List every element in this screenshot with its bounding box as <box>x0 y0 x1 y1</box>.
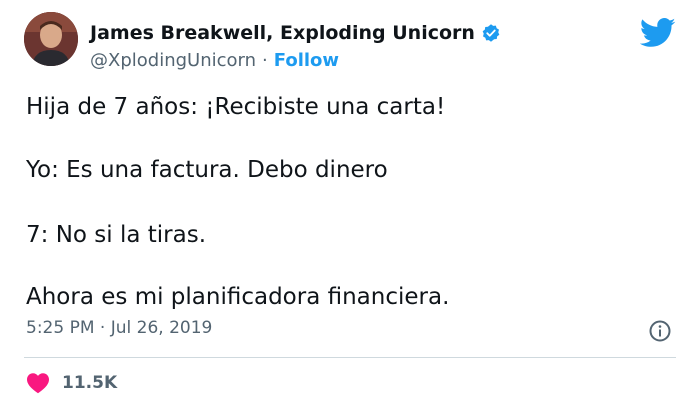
like-count: 11.5K <box>62 373 118 393</box>
tweet-text-line-4: Ahora es mi planificadora financiera. <box>26 284 450 310</box>
follow-link[interactable]: Follow <box>274 50 339 71</box>
tweet-timestamp[interactable]: 5:25 PM · Jul 26, 2019 <box>26 318 212 338</box>
twitter-bird-icon[interactable] <box>639 18 676 48</box>
handle-row: @XplodingUnicorn · Follow <box>90 50 339 71</box>
author-name-row: James Breakwell, Exploding Unicorn <box>90 22 501 44</box>
tweet-card: James Breakwell, Exploding Unicorn @Xplo… <box>0 0 700 410</box>
tweet-text-line-2: Yo: Es una factura. Debo dinero <box>26 157 388 183</box>
handle[interactable]: @XplodingUnicorn <box>90 50 256 71</box>
tweet-text-line-1: Hija de 7 años: ¡Recibiste una carta! <box>26 94 446 120</box>
divider <box>24 357 676 358</box>
tweet-text-line-3: 7: No si la tiras. <box>26 222 207 248</box>
like-action[interactable]: 11.5K <box>26 372 117 394</box>
verified-badge-icon <box>481 23 501 43</box>
heart-icon[interactable] <box>26 372 50 394</box>
avatar[interactable] <box>24 12 78 66</box>
display-name[interactable]: James Breakwell, Exploding Unicorn <box>90 22 475 44</box>
handle-separator: · <box>262 50 268 71</box>
info-icon[interactable] <box>648 319 672 343</box>
